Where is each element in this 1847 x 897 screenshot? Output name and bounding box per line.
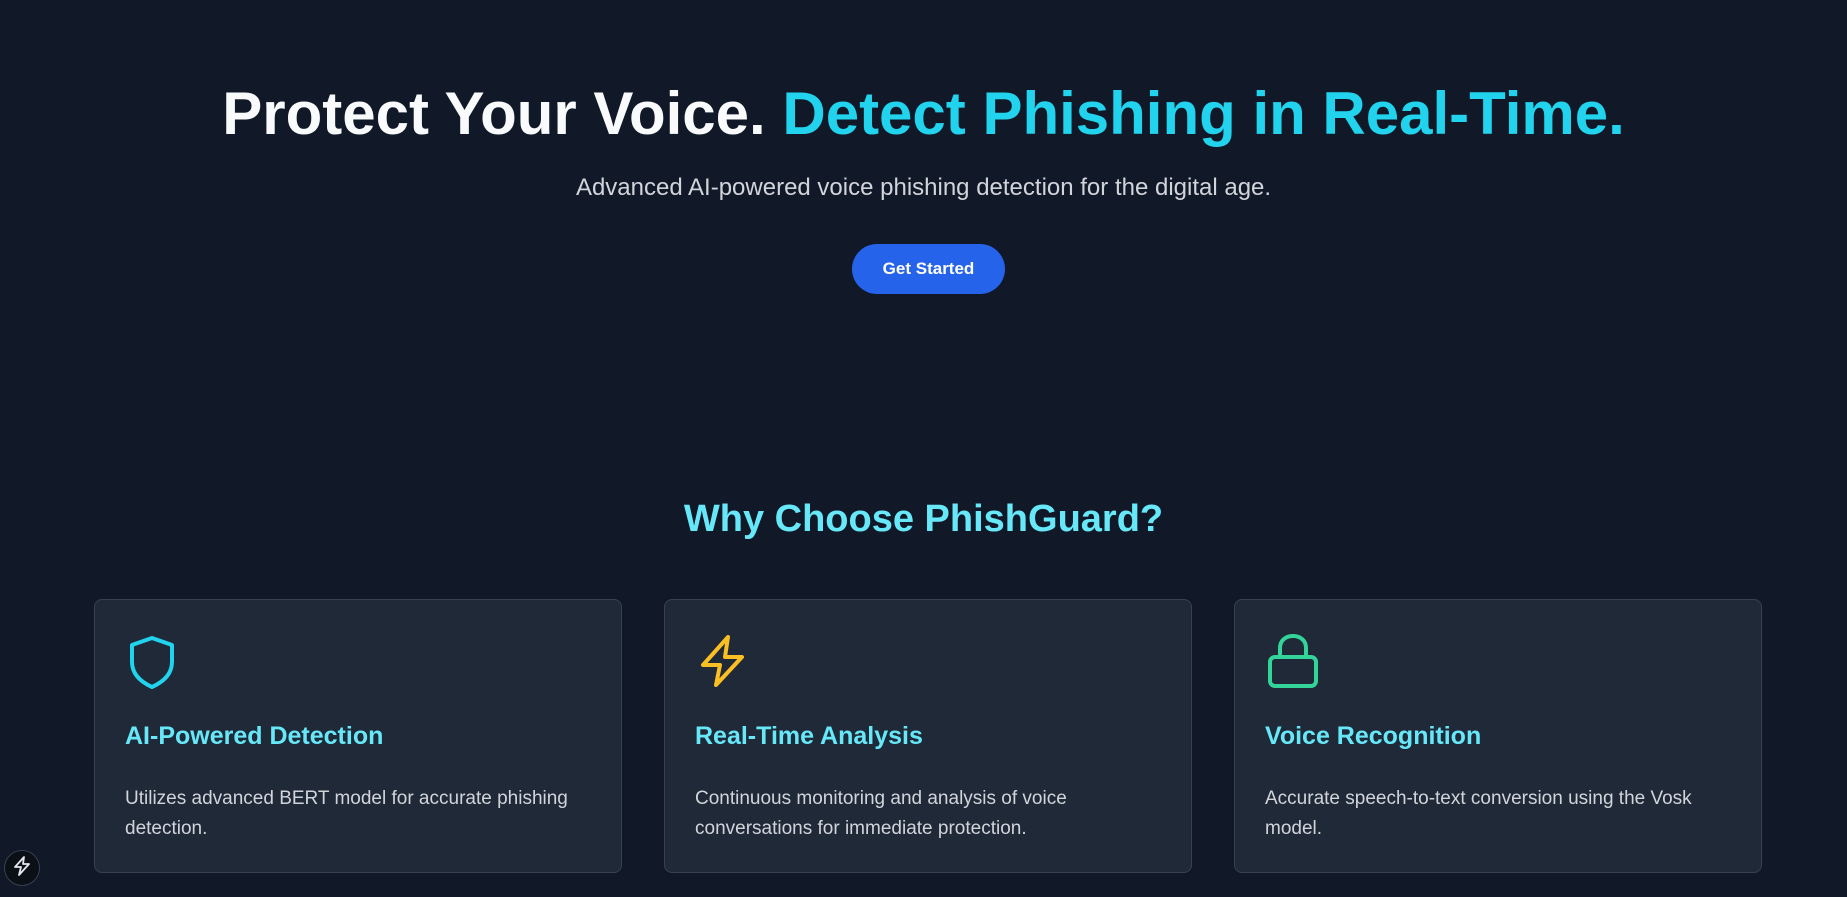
feature-title: AI-Powered Detection [125,722,384,750]
hero-subtitle: Advanced AI-powered voice phishing detec… [575,174,1272,201]
feature-description: Accurate speech-to-text conversion using… [1265,788,1692,839]
features-heading: Why Choose PhishGuard? [683,498,1164,540]
feature-card-voice-recognition: Voice Recognition Accurate speech-to-tex… [1234,599,1762,873]
feature-description: Continuous monitoring and analysis of vo… [695,788,1067,839]
floating-action-button[interactable] [4,850,40,886]
get-started-button[interactable]: Get Started [852,244,1005,294]
hero-title-accent: Detect Phishing in Real-Time. [782,80,1625,147]
feature-card-real-time-analysis: Real-Time Analysis Continuous monitoring… [664,599,1192,873]
lock-icon [1265,632,1319,690]
feature-title: Voice Recognition [1265,722,1482,750]
feature-card-ai-detection: AI-Powered Detection Utilizes advanced B… [94,599,622,873]
hero-title-primary: Protect Your Voice. [222,80,766,147]
lightning-icon [13,855,31,881]
feature-description: Utilizes advanced BERT model for accurat… [125,788,568,839]
shield-icon [125,632,179,690]
lightning-icon [695,632,749,690]
feature-title: Real-Time Analysis [695,722,923,750]
hero-title: Protect Your Voice. Detect Phishing in R… [0,78,1847,150]
